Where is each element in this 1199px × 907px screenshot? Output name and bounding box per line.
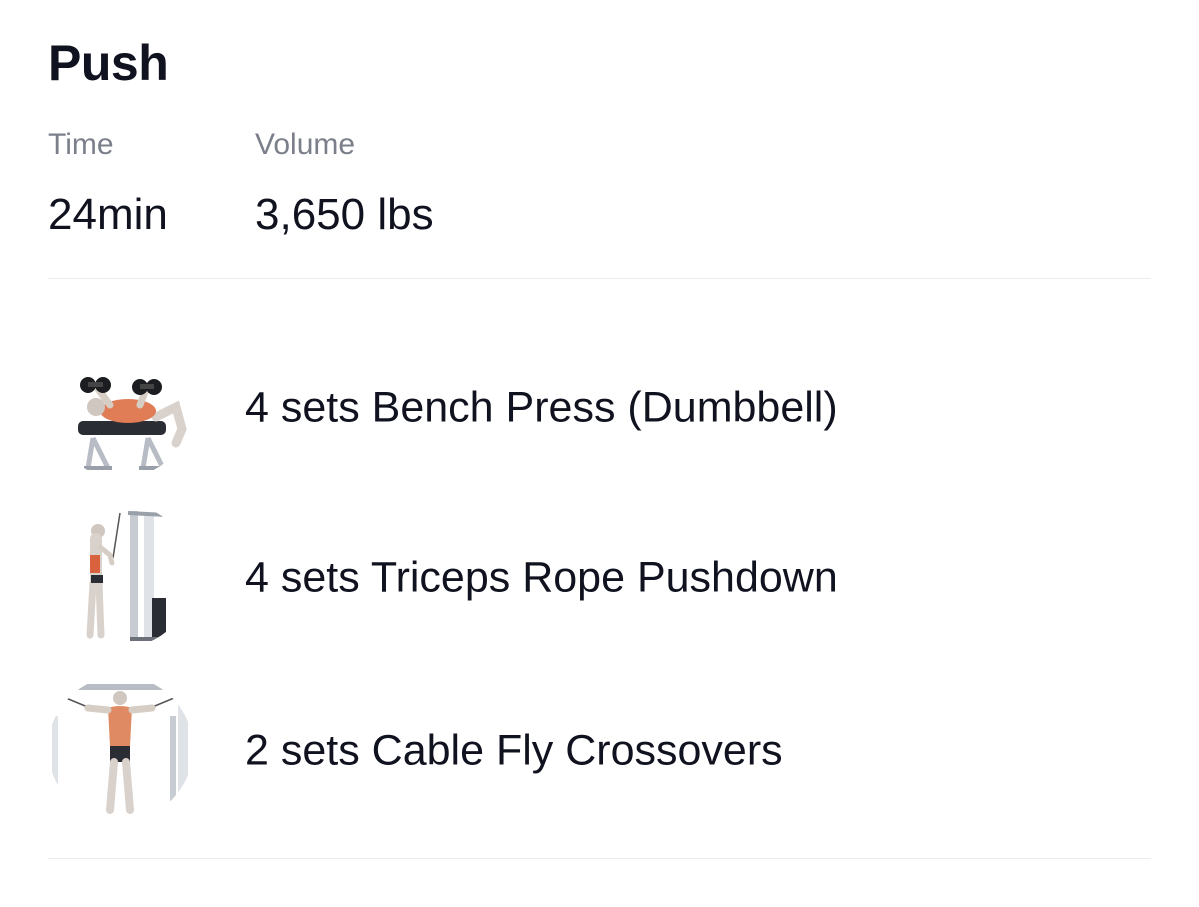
exercise-row-cable-fly[interactable]: 2 sets Cable Fly Crossovers <box>48 676 1151 826</box>
time-label: Time <box>48 128 114 161</box>
exercise-row-triceps-pushdown[interactable]: 4 sets Triceps Rope Pushdown <box>48 503 1151 653</box>
exercise-label: 4 sets Triceps Rope Pushdown <box>245 553 838 602</box>
volume-stat: Volume 3,650 lbs <box>255 128 434 240</box>
exercise-row-bench-press[interactable]: 4 sets Bench Press (Dumbbell) <box>48 333 1151 483</box>
bench-press-illustration <box>48 333 193 478</box>
time-value: 24min <box>48 190 168 239</box>
volume-value: 3,650 lbs <box>255 190 434 239</box>
divider <box>48 858 1151 859</box>
exercise-label: 4 sets Bench Press (Dumbbell) <box>245 383 838 432</box>
divider <box>48 278 1151 279</box>
workout-title: Push <box>48 35 169 91</box>
volume-label: Volume <box>255 128 356 161</box>
triceps-rope-pushdown-illustration <box>48 503 193 648</box>
workout-summary: Push Time 24min Volume 3,650 lbs 4 sets … <box>48 0 1151 907</box>
time-stat: Time 24min <box>48 128 168 240</box>
cable-fly-illustration <box>48 676 193 821</box>
exercise-label: 2 sets Cable Fly Crossovers <box>245 726 783 775</box>
